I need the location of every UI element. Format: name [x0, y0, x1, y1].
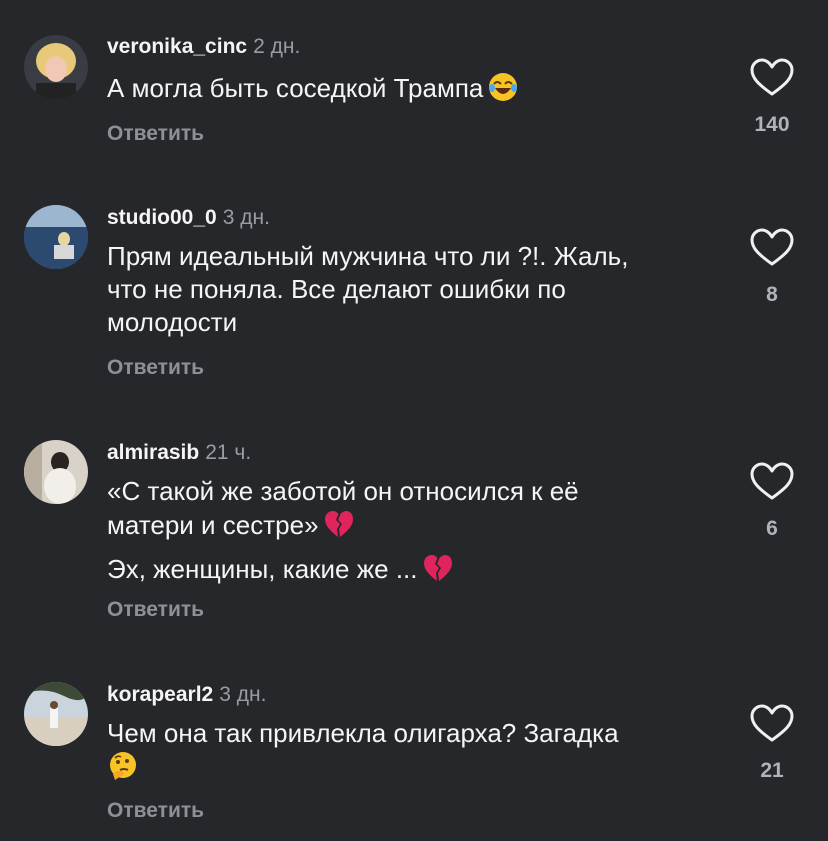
timestamp: 21 ч. — [205, 441, 252, 464]
like-button[interactable] — [748, 704, 796, 744]
like-button[interactable] — [748, 462, 796, 502]
like-count: 6 — [766, 517, 778, 540]
avatar[interactable] — [24, 440, 88, 504]
timestamp: 3 дн. — [219, 683, 267, 706]
timestamp: 2 дн. — [253, 35, 301, 58]
avatar-image — [24, 682, 88, 746]
comment-meta: studio00_0 3 дн. — [107, 205, 270, 231]
avatar[interactable] — [24, 205, 88, 269]
comment-meta: veronika_cinc 2 дн. — [107, 34, 300, 60]
username[interactable]: veronika_cinc — [107, 35, 247, 58]
thinking-face-icon — [107, 750, 139, 782]
comment-meta: korapearl2 3 дн. — [107, 682, 266, 708]
comment-text: «С такой же заботой он относился к её ма… — [107, 475, 717, 586]
comment-line: А могла быть соседкой Трампа — [107, 73, 484, 103]
heart-icon — [750, 58, 794, 96]
like-count: 21 — [760, 759, 784, 782]
avatar[interactable] — [24, 682, 88, 746]
avatar[interactable] — [24, 35, 88, 99]
comment-line: молодости — [107, 307, 238, 337]
heart-icon — [750, 462, 794, 500]
face-with-tears-of-joy-icon — [487, 71, 519, 103]
reply-button[interactable]: Ответить — [107, 798, 204, 824]
heart-icon — [750, 704, 794, 742]
username[interactable]: studio00_0 — [107, 206, 217, 229]
comment-meta: almirasib 21 ч. — [107, 440, 251, 466]
username[interactable]: almirasib — [107, 441, 199, 464]
avatar-image — [24, 440, 88, 504]
reply-button[interactable]: Ответить — [107, 121, 204, 147]
comment-line: Прям идеальный мужчина что ли ?!. Жаль, — [107, 241, 629, 271]
comment-text: Прям идеальный мужчина что ли ?!. Жаль, … — [107, 240, 717, 339]
comment-line: матери и сестре» — [107, 510, 319, 540]
comment-line: Эх, женщины, какие же ... — [107, 554, 418, 584]
like-count: 8 — [766, 283, 778, 306]
comment-line: что не поняла. Все делают ошибки по — [107, 274, 566, 304]
broken-heart-icon — [323, 508, 355, 540]
comment-line: «С такой же заботой он относился к её — [107, 476, 579, 506]
like-count: 140 — [754, 113, 790, 136]
comment-text: Чем она так привлекла олигарха? Загадка — [107, 717, 717, 784]
broken-heart-icon — [422, 552, 454, 584]
reply-button[interactable]: Ответить — [107, 355, 204, 381]
like-button[interactable] — [748, 228, 796, 268]
reply-button[interactable]: Ответить — [107, 597, 204, 623]
username[interactable]: korapearl2 — [107, 683, 213, 706]
comment-line: Чем она так привлекла олигарха? Загадка — [107, 718, 619, 748]
comment-text: А могла быть соседкой Трампа — [107, 71, 717, 105]
like-button[interactable] — [748, 58, 796, 98]
heart-icon — [750, 228, 794, 266]
avatar-image — [24, 35, 88, 99]
avatar-image — [24, 205, 88, 269]
timestamp: 3 дн. — [222, 206, 270, 229]
